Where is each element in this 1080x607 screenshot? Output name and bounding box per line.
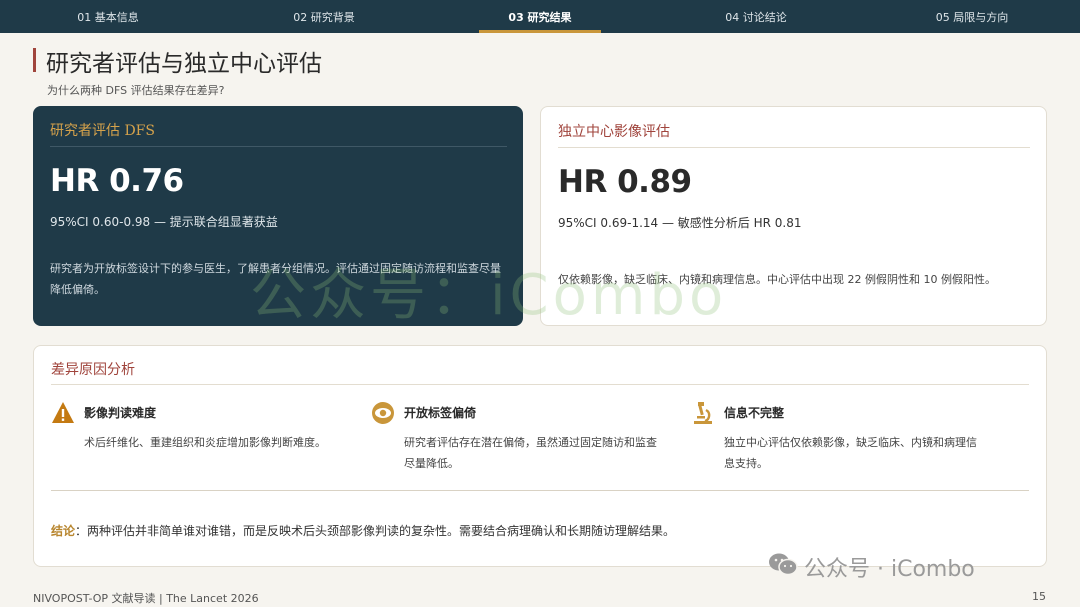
reason-title: 影像判读难度 bbox=[84, 406, 157, 420]
divider bbox=[558, 147, 1030, 148]
reason-title: 信息不完整 bbox=[724, 406, 785, 420]
tab-discussion-conclusion[interactable]: 04 讨论结论 bbox=[648, 0, 864, 33]
page-subtitle: 为什么两种 DFS 评估结果存在差异? bbox=[47, 84, 225, 97]
investigator-ci-text: 95%CI 0.60-0.98 — 提示联合组显著获益 bbox=[50, 215, 278, 229]
reason-text: 术后纤维化、重建组织和炎症增加影像判断难度。 bbox=[84, 436, 326, 449]
divider bbox=[50, 146, 507, 147]
wechat-icon bbox=[768, 551, 798, 583]
warning-icon bbox=[51, 401, 75, 425]
eye-icon bbox=[371, 401, 395, 425]
page-title: 研究者评估与独立中心评估 bbox=[46, 51, 322, 77]
tab-basic-info[interactable]: 01 基本信息 bbox=[0, 0, 216, 33]
investigator-hr-value: HR 0.76 bbox=[50, 163, 184, 199]
divider bbox=[51, 384, 1029, 385]
divider bbox=[51, 490, 1029, 491]
microscope-icon bbox=[691, 401, 715, 425]
watermark-bottom-right: 公众号 · iCombo bbox=[768, 551, 975, 583]
top-nav: 01 基本信息 02 研究背景 03 研究结果 04 讨论结论 05 局限与方向 bbox=[0, 0, 1080, 33]
central-ci-text: 95%CI 0.69-1.14 — 敏感性分析后 HR 0.81 bbox=[558, 216, 802, 230]
reason-text: 独立中心评估仅依赖影像，缺乏临床、内镜和病理信息支持。 bbox=[724, 436, 977, 470]
reason-text: 研究者评估存在潜在偏倚，虽然通过固定随访和监查尽量降低。 bbox=[404, 436, 657, 470]
analysis-heading: 差异原因分析 bbox=[51, 362, 135, 378]
conclusion-label: 结论 bbox=[51, 524, 76, 538]
central-hr-value: HR 0.89 bbox=[558, 164, 692, 200]
tab-limitations[interactable]: 05 局限与方向 bbox=[864, 0, 1080, 33]
watermark-text: 公众号 · iCombo bbox=[804, 557, 975, 582]
investigator-card-heading: 研究者评估 DFS bbox=[50, 123, 155, 139]
difference-analysis-card: 差异原因分析 影像判读难度 术后纤维化、重建组织和炎症增加影像判断难度。 开放标… bbox=[33, 345, 1047, 567]
footer-citation: NIVOPOST-OP 文献导读 | The Lancet 2026 bbox=[33, 592, 259, 605]
conclusion-text: ：两种评估并非简单谁对谁错，而是反映术后头颈部影像判读的复杂性。需要结合病理确认… bbox=[75, 524, 676, 538]
reason-title: 开放标签偏倚 bbox=[404, 406, 477, 420]
tab-research-background[interactable]: 02 研究背景 bbox=[216, 0, 432, 33]
page-number: 15 bbox=[1032, 590, 1046, 603]
conclusion: 结论：两种评估并非简单谁对谁错，而是反映术后头颈部影像判读的复杂性。需要结合病理… bbox=[51, 522, 675, 539]
title-accent-bar bbox=[33, 48, 36, 72]
tab-research-results[interactable]: 03 研究结果 bbox=[432, 0, 648, 33]
central-card-heading: 独立中心影像评估 bbox=[558, 124, 670, 140]
watermark-center: 公众号：iCombo bbox=[250, 263, 728, 328]
